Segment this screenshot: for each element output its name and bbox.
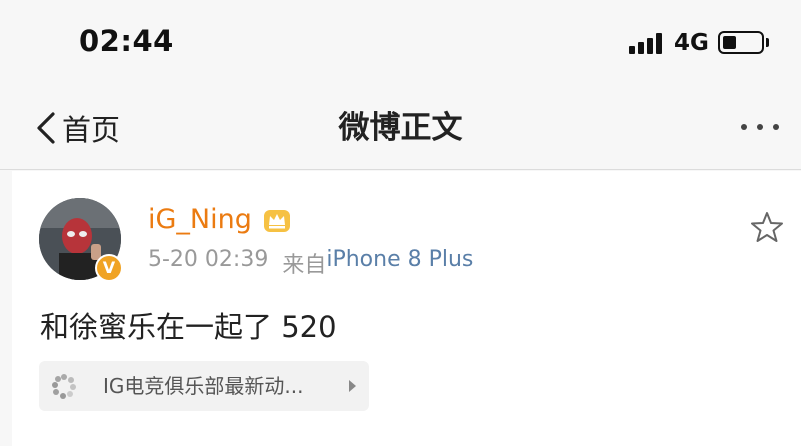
battery-icon	[718, 31, 764, 54]
favorite-star-icon[interactable]	[750, 210, 784, 244]
arrow-right-icon	[349, 380, 356, 392]
verified-badge: V	[95, 254, 123, 282]
more-dot	[757, 124, 763, 130]
more-options-button[interactable]	[741, 124, 779, 130]
signal-bar	[656, 33, 662, 54]
post-meta: 5-20 02:39 来自 iPhone 8 Plus	[148, 247, 473, 279]
chevron-left-icon	[37, 112, 55, 144]
battery-fill	[723, 36, 736, 49]
loading-spinner-icon	[52, 374, 76, 399]
status-bar: 02:44 4G	[0, 0, 801, 88]
username-link[interactable]: iG_Ning	[148, 204, 252, 235]
signal-icon	[629, 32, 665, 54]
topic-link-label: IG电竞俱乐部最新动...	[103, 374, 304, 398]
signal-bar	[629, 46, 635, 54]
more-dot	[741, 124, 747, 130]
network-label: 4G	[674, 30, 709, 56]
status-time: 02:44	[79, 24, 174, 58]
nav-bar: 微博正文 首页	[0, 88, 801, 170]
topic-link-card[interactable]: IG电竞俱乐部最新动...	[39, 361, 369, 411]
signal-bar	[647, 38, 653, 54]
source-prefix: 来自	[282, 253, 327, 278]
username-row: iG_Ning	[148, 204, 292, 235]
post-text: 和徐蜜乐在一起了 520	[40, 310, 337, 344]
more-dot	[773, 124, 779, 130]
crown-icon	[263, 209, 290, 232]
back-button[interactable]: 首页	[32, 108, 120, 148]
source-device-link[interactable]: iPhone 8 Plus	[326, 247, 473, 279]
back-label: 首页	[62, 113, 121, 147]
post-time: 5-20 02:39	[148, 247, 269, 272]
battery-tip	[766, 38, 769, 47]
signal-bar	[638, 42, 644, 54]
page-title: 微博正文	[338, 110, 463, 146]
avatar[interactable]: V	[39, 198, 123, 282]
